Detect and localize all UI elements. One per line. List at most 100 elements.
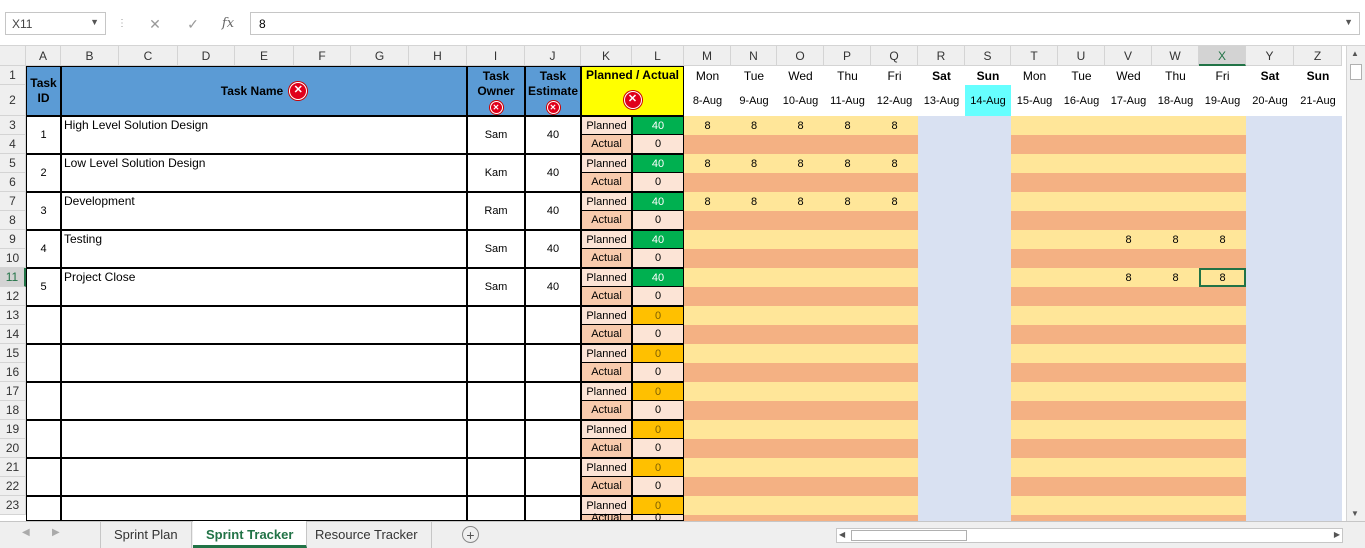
planned-hours-cell[interactable] xyxy=(1199,496,1246,515)
actual-hours-cell[interactable] xyxy=(731,401,777,420)
actual-hours-cell[interactable] xyxy=(1152,135,1199,154)
actual-hours-cell[interactable] xyxy=(1199,249,1246,268)
planned-hours-cell[interactable] xyxy=(731,306,777,325)
actual-hours-cell[interactable] xyxy=(1058,211,1105,230)
fx-icon[interactable]: fx xyxy=(218,13,238,35)
weekend-cell[interactable] xyxy=(965,420,1011,458)
actual-hours-cell[interactable] xyxy=(824,401,871,420)
task-estimate-cell[interactable]: 40 xyxy=(525,154,581,192)
planned-hours-cell[interactable] xyxy=(731,420,777,439)
weekend-cell[interactable] xyxy=(965,154,1011,192)
weekend-cell[interactable] xyxy=(965,192,1011,230)
column-header[interactable]: C xyxy=(119,46,178,66)
task-id-cell[interactable]: 2 xyxy=(26,154,61,192)
planned-hours-cell[interactable] xyxy=(824,230,871,249)
actual-hours-cell[interactable] xyxy=(824,287,871,306)
planned-hours-cell[interactable]: 8 xyxy=(684,192,731,211)
planned-hours-cell[interactable] xyxy=(824,268,871,287)
task-id-cell[interactable]: 4 xyxy=(26,230,61,268)
row-header[interactable]: 14 xyxy=(0,325,26,344)
chevron-down-icon[interactable]: ▼ xyxy=(1344,17,1353,27)
actual-hours-cell[interactable] xyxy=(731,363,777,382)
actual-hours-cell[interactable] xyxy=(824,363,871,382)
actual-label[interactable]: Actual xyxy=(581,477,632,496)
actual-hours-cell[interactable] xyxy=(684,401,731,420)
planned-hours-cell[interactable]: 8 xyxy=(731,116,777,135)
actual-hours-cell[interactable] xyxy=(1199,287,1246,306)
planned-hours-cell[interactable] xyxy=(1152,382,1199,401)
planned-hours-cell[interactable] xyxy=(1058,306,1105,325)
planned-hours-cell[interactable] xyxy=(1011,344,1058,363)
planned-hours-cell[interactable] xyxy=(684,230,731,249)
column-header[interactable]: R xyxy=(918,46,965,66)
actual-hours-cell[interactable] xyxy=(1152,477,1199,496)
planned-hours-cell[interactable] xyxy=(1152,116,1199,135)
actual-hours-cell[interactable] xyxy=(777,477,824,496)
actual-hours-cell[interactable] xyxy=(1105,325,1152,344)
weekend-cell[interactable] xyxy=(1294,230,1342,268)
weekend-cell[interactable] xyxy=(918,192,965,230)
task-owner-cell[interactable] xyxy=(467,458,525,496)
weekend-cell[interactable] xyxy=(1246,268,1294,306)
actual-hours-cell[interactable] xyxy=(1011,325,1058,344)
row-header[interactable]: 2 xyxy=(0,85,26,116)
actual-total[interactable]: 0 xyxy=(632,211,684,230)
planned-hours-cell[interactable] xyxy=(1011,420,1058,439)
weekend-cell[interactable] xyxy=(1246,192,1294,230)
row-header[interactable]: 8 xyxy=(0,211,26,230)
actual-hours-cell[interactable] xyxy=(1199,325,1246,344)
row-header[interactable]: 4 xyxy=(0,135,26,154)
planned-hours-cell[interactable] xyxy=(1011,116,1058,135)
planned-hours-cell[interactable] xyxy=(1152,344,1199,363)
task-id-cell[interactable] xyxy=(26,420,61,458)
task-name-cell[interactable]: Development xyxy=(61,192,467,230)
planned-hours-cell[interactable] xyxy=(777,458,824,477)
actual-hours-cell[interactable] xyxy=(1058,363,1105,382)
planned-label[interactable]: Planned xyxy=(581,306,632,325)
actual-hours-cell[interactable] xyxy=(684,439,731,458)
add-sheet-icon[interactable]: + xyxy=(462,526,479,543)
planned-hours-cell[interactable] xyxy=(777,420,824,439)
actual-hours-cell[interactable] xyxy=(824,477,871,496)
row-header[interactable]: 11 xyxy=(0,268,26,287)
scroll-right-icon[interactable]: ▶ xyxy=(1334,530,1340,539)
weekend-cell[interactable] xyxy=(965,268,1011,306)
weekend-cell[interactable] xyxy=(918,230,965,268)
chevron-down-icon[interactable]: ▼ xyxy=(90,17,99,27)
planned-total[interactable]: 40 xyxy=(632,230,684,249)
task-id-cell[interactable] xyxy=(26,344,61,382)
planned-hours-cell[interactable] xyxy=(824,496,871,515)
planned-total[interactable]: 0 xyxy=(632,382,684,401)
planned-hours-cell[interactable]: 8 xyxy=(1199,230,1246,249)
column-header[interactable]: A xyxy=(26,46,61,66)
actual-hours-cell[interactable] xyxy=(871,477,918,496)
planned-hours-cell[interactable] xyxy=(824,344,871,363)
actual-hours-cell[interactable] xyxy=(1105,363,1152,382)
planned-hours-cell[interactable] xyxy=(1011,496,1058,515)
task-estimate-cell[interactable]: 40 xyxy=(525,116,581,154)
weekend-cell[interactable] xyxy=(1246,154,1294,192)
task-estimate-cell[interactable]: 40 xyxy=(525,192,581,230)
planned-hours-cell[interactable] xyxy=(1058,116,1105,135)
planned-label[interactable]: Planned xyxy=(581,154,632,173)
planned-hours-cell[interactable] xyxy=(1011,230,1058,249)
planned-label[interactable]: Planned xyxy=(581,116,632,135)
weekend-cell[interactable] xyxy=(965,344,1011,382)
actual-hours-cell[interactable] xyxy=(871,173,918,192)
planned-hours-cell[interactable] xyxy=(1011,268,1058,287)
task-owner-cell[interactable]: Ram xyxy=(467,192,525,230)
column-header[interactable]: M xyxy=(684,46,731,66)
horizontal-scrollbar[interactable]: ◀ ▶ xyxy=(836,528,1343,543)
select-all-corner[interactable] xyxy=(0,46,26,66)
planned-hours-cell[interactable] xyxy=(1058,382,1105,401)
planned-hours-cell[interactable] xyxy=(871,306,918,325)
column-header[interactable]: H xyxy=(409,46,467,66)
actual-hours-cell[interactable] xyxy=(1152,211,1199,230)
planned-hours-cell[interactable] xyxy=(1105,420,1152,439)
weekend-cell[interactable] xyxy=(1294,344,1342,382)
planned-label[interactable]: Planned xyxy=(581,458,632,477)
planned-hours-cell[interactable]: 8 xyxy=(1152,230,1199,249)
row-header[interactable]: 17 xyxy=(0,382,26,401)
planned-hours-cell[interactable] xyxy=(1058,268,1105,287)
task-name-cell[interactable] xyxy=(61,458,467,496)
